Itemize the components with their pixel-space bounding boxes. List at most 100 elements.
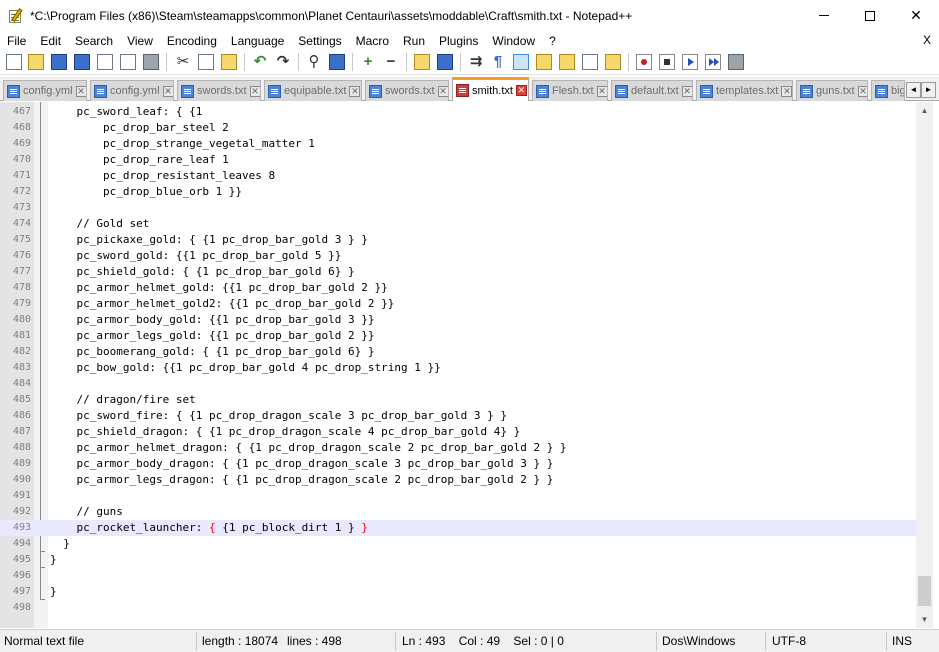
tab-close-icon[interactable]: ✕ bbox=[349, 85, 361, 97]
menu-run[interactable]: Run bbox=[396, 34, 432, 48]
cut-icon[interactable]: ✂ bbox=[175, 54, 191, 70]
tab-close-icon[interactable]: ✕ bbox=[75, 85, 86, 97]
code-line[interactable]: pc_bow_gold: {{1 pc_drop_bar_gold 4 pc_d… bbox=[50, 360, 440, 376]
print-icon[interactable] bbox=[143, 54, 159, 70]
tab-templates-txt[interactable]: templates.txt ✕ bbox=[696, 80, 793, 101]
menu-encoding[interactable]: Encoding bbox=[160, 34, 224, 48]
play-macro-icon[interactable] bbox=[682, 54, 698, 70]
code-line[interactable]: pc_armor_body_gold: {{1 pc_drop_bar_gold… bbox=[50, 312, 374, 328]
code-line[interactable]: pc_boomerang_gold: { {1 pc_drop_bar_gold… bbox=[50, 344, 374, 360]
editor-pane[interactable]: 467 pc_sword_leaf: { {1 468 pc_drop_bar_… bbox=[0, 102, 939, 628]
function-list-icon[interactable] bbox=[582, 54, 598, 70]
tab-close-icon[interactable]: ✕ bbox=[249, 85, 260, 97]
paste-icon[interactable] bbox=[221, 54, 237, 70]
code-line[interactable]: pc_armor_legs_gold: {{1 pc_drop_bar_gold… bbox=[50, 328, 374, 344]
code-line[interactable]: pc_rocket_launcher: { {1 pc_block_dirt 1… bbox=[50, 520, 367, 536]
code-line[interactable]: pc_armor_helmet_gold2: {{1 pc_drop_bar_g… bbox=[50, 296, 394, 312]
close-document-button[interactable]: X bbox=[923, 31, 931, 50]
redo-icon[interactable]: ↷ bbox=[275, 54, 291, 70]
tab-close-icon[interactable]: ✕ bbox=[437, 85, 448, 97]
maximize-button[interactable] bbox=[847, 0, 893, 31]
tab-close-icon[interactable]: ✕ bbox=[681, 85, 692, 97]
sync-vertical-icon[interactable] bbox=[414, 54, 430, 70]
code-line[interactable]: pc_drop_strange_vegetal_matter 1 bbox=[50, 136, 315, 152]
close-window-button[interactable]: ✕ bbox=[893, 0, 939, 31]
code-line[interactable]: // guns bbox=[50, 504, 122, 520]
code-line[interactable]: pc_shield_dragon: { {1 pc_drop_dragon_sc… bbox=[50, 424, 520, 440]
open-file-icon[interactable] bbox=[28, 54, 44, 70]
stop-recording-icon[interactable] bbox=[659, 54, 675, 70]
undo-icon[interactable]: ↶ bbox=[252, 54, 268, 70]
code-line[interactable]: pc_sword_leaf: { {1 bbox=[50, 104, 202, 120]
code-line[interactable]: pc_armor_body_dragon: { {1 pc_drop_drago… bbox=[50, 456, 553, 472]
menu-macro[interactable]: Macro bbox=[349, 34, 396, 48]
menu-settings[interactable]: Settings bbox=[291, 34, 348, 48]
code-line[interactable]: pc_armor_helmet_gold: {{1 pc_drop_bar_go… bbox=[50, 280, 387, 296]
show-all-chars-icon[interactable]: ¶ bbox=[490, 54, 506, 70]
menu-plugins[interactable]: Plugins bbox=[432, 34, 485, 48]
menu-search[interactable]: Search bbox=[68, 34, 120, 48]
copy-icon[interactable] bbox=[198, 54, 214, 70]
close-file-icon[interactable] bbox=[97, 54, 113, 70]
document-map-icon[interactable] bbox=[559, 54, 575, 70]
code-line[interactable]: pc_pickaxe_gold: { {1 pc_drop_bar_gold 3… bbox=[50, 232, 367, 248]
code-line[interactable]: pc_drop_rare_leaf 1 bbox=[50, 152, 229, 168]
run-macro-multiple-icon[interactable] bbox=[705, 54, 721, 70]
scroll-down-icon[interactable]: ▼ bbox=[916, 611, 933, 628]
zoom-in-icon[interactable]: + bbox=[360, 54, 376, 70]
tab-close-icon[interactable]: ✕ bbox=[781, 85, 792, 97]
menu-language[interactable]: Language bbox=[224, 34, 291, 48]
record-macro-icon[interactable] bbox=[636, 54, 652, 70]
tab-guns-txt[interactable]: guns.txt ✕ bbox=[796, 80, 868, 101]
sync-horizontal-icon[interactable] bbox=[437, 54, 453, 70]
tab-scroll-right-icon[interactable]: ► bbox=[921, 82, 936, 98]
new-file-icon[interactable] bbox=[6, 54, 22, 70]
vertical-scrollbar[interactable]: ▲ ▼ bbox=[916, 102, 933, 628]
find-icon[interactable]: ⚲ bbox=[306, 54, 322, 70]
indent-guide-icon[interactable] bbox=[513, 54, 529, 70]
tab-swords-txt-2[interactable]: swords.txt ✕ bbox=[365, 80, 449, 101]
menu-window[interactable]: Window bbox=[485, 34, 542, 48]
scroll-thumb[interactable] bbox=[918, 576, 931, 606]
code-lines[interactable]: 467 pc_sword_leaf: { {1 468 pc_drop_bar_… bbox=[0, 104, 916, 616]
zoom-out-icon[interactable]: − bbox=[383, 54, 399, 70]
code-line[interactable]: } bbox=[50, 536, 70, 552]
code-line[interactable]: pc_sword_gold: {{1 pc_drop_bar_gold 5 }} bbox=[50, 248, 341, 264]
user-defined-language-icon[interactable] bbox=[536, 54, 552, 70]
tab-config-yml[interactable]: config.yml ✕ bbox=[3, 80, 87, 101]
tab-close-icon[interactable]: ✕ bbox=[857, 85, 867, 97]
tab-smith-txt[interactable]: smith.txt ✕ bbox=[452, 77, 529, 101]
code-line[interactable]: pc_drop_resistant_leaves 8 bbox=[50, 168, 275, 184]
code-line[interactable]: // dragon/fire set bbox=[50, 392, 195, 408]
code-line[interactable]: pc_armor_legs_dragon: { {1 pc_drop_drago… bbox=[50, 472, 553, 488]
code-line[interactable]: pc_drop_bar_steel 2 bbox=[50, 120, 229, 136]
code-line[interactable]: } bbox=[50, 552, 57, 568]
tab-config-yml-2[interactable]: config.yml ✕ bbox=[90, 80, 174, 101]
code-line[interactable]: // Gold set bbox=[50, 216, 149, 232]
menu-help[interactable]: ? bbox=[542, 34, 563, 48]
code-line[interactable]: pc_drop_blue_orb 1 }} bbox=[50, 184, 242, 200]
menu-edit[interactable]: Edit bbox=[33, 34, 68, 48]
tab-big[interactable]: big bbox=[871, 80, 905, 101]
code-line[interactable]: } bbox=[50, 584, 57, 600]
menu-view[interactable]: View bbox=[120, 34, 160, 48]
tab-flesh-txt[interactable]: Flesh.txt ✕ bbox=[532, 80, 608, 101]
tab-close-icon[interactable]: ✕ bbox=[515, 85, 527, 96]
current-line[interactable]: 493 pc_rocket_launcher: { {1 pc_block_di… bbox=[0, 520, 916, 536]
word-wrap-icon[interactable]: ⇉ bbox=[468, 54, 484, 70]
folder-as-workspace-icon[interactable] bbox=[605, 54, 621, 70]
minimize-button[interactable] bbox=[801, 0, 847, 31]
tab-default-txt[interactable]: default.txt ✕ bbox=[611, 80, 693, 101]
menu-file[interactable]: File bbox=[0, 34, 33, 48]
replace-icon[interactable] bbox=[329, 54, 345, 70]
tab-close-icon[interactable]: ✕ bbox=[162, 85, 173, 97]
close-all-icon[interactable] bbox=[120, 54, 136, 70]
tab-scroll-left-icon[interactable]: ◄ bbox=[906, 82, 921, 98]
code-line[interactable]: pc_sword_fire: { {1 pc_drop_dragon_scale… bbox=[50, 408, 506, 424]
save-all-icon[interactable] bbox=[74, 54, 90, 70]
save-macro-icon[interactable] bbox=[728, 54, 744, 70]
save-icon[interactable] bbox=[51, 54, 67, 70]
code-line[interactable]: pc_armor_helmet_dragon: { {1 pc_drop_dra… bbox=[50, 440, 566, 456]
tab-close-icon[interactable]: ✕ bbox=[596, 85, 607, 97]
code-line[interactable]: pc_shield_gold: { {1 pc_drop_bar_gold 6}… bbox=[50, 264, 354, 280]
